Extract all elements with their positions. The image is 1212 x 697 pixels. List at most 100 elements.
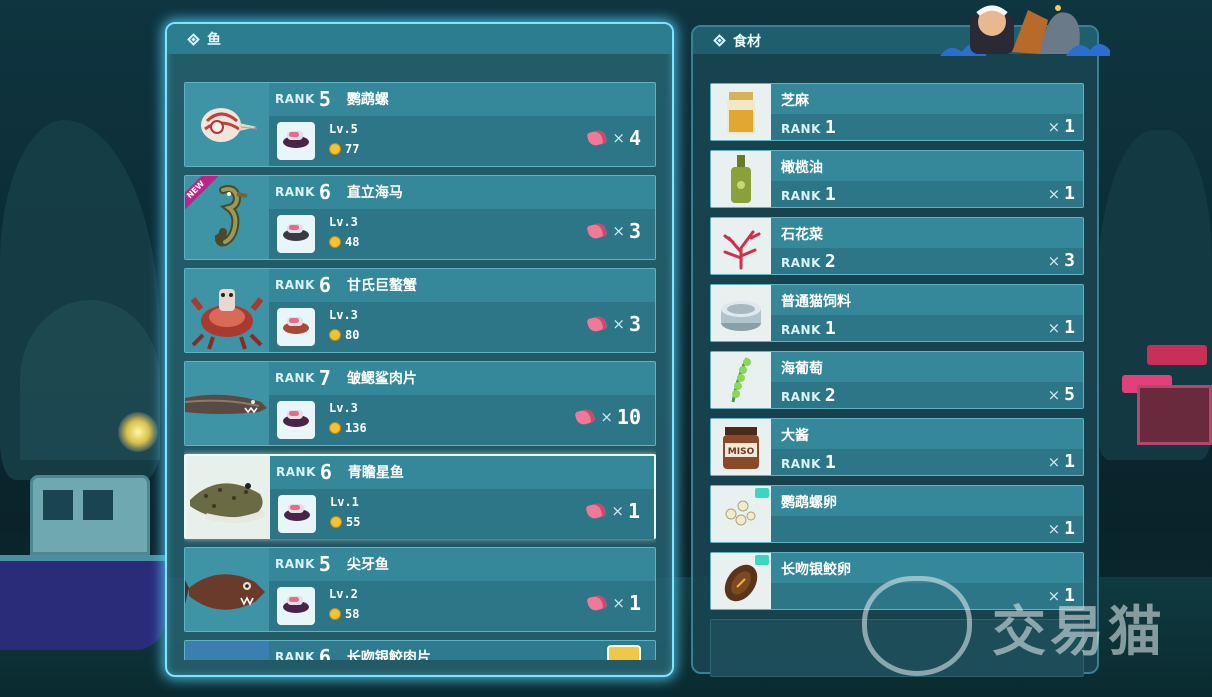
rank-value: 1 bbox=[824, 452, 836, 473]
fangtooth-fish-icon bbox=[185, 548, 269, 631]
fish-name: 鹦鹉螺 bbox=[346, 92, 389, 108]
fish-panel-header: 鱼 bbox=[167, 24, 672, 54]
times-sign: × bbox=[1047, 184, 1061, 203]
fish-card[interactable]: RANK 5 尖牙鱼 Lv.2 58 × 1 bbox=[184, 547, 656, 632]
fish-count: 10 bbox=[616, 405, 641, 429]
cat-food-can-icon bbox=[711, 285, 771, 341]
times-sign: × bbox=[600, 408, 613, 426]
times-sign: × bbox=[1047, 251, 1061, 270]
coin-icon bbox=[329, 608, 341, 620]
fish-count: 1 bbox=[627, 499, 640, 523]
times-sign: × bbox=[612, 222, 625, 240]
fish-card[interactable]: NEW RANK 6 直立海马 Lv.3 48 × 3 bbox=[184, 175, 656, 260]
ingredient-card[interactable]: 芝麻 RANK 1 × 1 bbox=[710, 83, 1084, 141]
times-sign: × bbox=[612, 315, 625, 333]
fish-card[interactable]: RANK 6 甘氏巨螯蟹 Lv.3 80 × 3 bbox=[184, 268, 656, 353]
rank-label: RANK bbox=[275, 371, 315, 385]
rank-value: 1 bbox=[824, 117, 836, 138]
times-sign: × bbox=[1047, 385, 1061, 404]
fish-fillet-icon bbox=[586, 128, 608, 148]
seahorse-icon: NEW bbox=[185, 176, 269, 259]
rank-value: 1 bbox=[824, 184, 836, 205]
treasure-chest-icon bbox=[607, 645, 641, 660]
fish-fillet-icon bbox=[586, 221, 608, 241]
rank-label: RANK bbox=[781, 390, 821, 404]
fish-card-selected[interactable]: RANK 6 青瞻星鱼 Lv.1 55 × 1 bbox=[184, 454, 656, 539]
fish-count: 3 bbox=[628, 312, 641, 336]
sea-grapes-icon bbox=[711, 352, 771, 408]
fish-name: 青瞻星鱼 bbox=[347, 465, 404, 481]
frilled-shark-icon bbox=[185, 362, 269, 445]
sushi-dish-icon bbox=[277, 308, 315, 346]
ingredient-name: 石花菜 bbox=[781, 227, 823, 243]
coin-icon bbox=[329, 143, 341, 155]
fish-panel: 鱼 RANK 5 鹦鹉螺 Lv.5 77 × 4 NEW RANK 6 直立海马… bbox=[165, 22, 674, 677]
ingredient-card[interactable]: 鹦鹉螺卵 × 1 bbox=[710, 485, 1084, 543]
ingredient-count: 5 bbox=[1064, 384, 1075, 405]
sushi-dish-icon bbox=[277, 587, 315, 625]
dish-price: 136 bbox=[345, 421, 367, 435]
dish-price: 80 bbox=[345, 328, 360, 342]
fish-name: 甘氏巨螯蟹 bbox=[346, 278, 417, 294]
coin-icon bbox=[329, 236, 341, 248]
ingredient-count: 1 bbox=[1064, 116, 1075, 137]
olive-oil-bottle-icon bbox=[711, 151, 771, 207]
ingredient-name: 鹦鹉螺卵 bbox=[781, 495, 837, 511]
times-sign: × bbox=[611, 502, 624, 520]
ingredient-card[interactable]: MISO 大酱 RANK 1 × 1 bbox=[710, 418, 1084, 476]
red-seaweed-icon bbox=[711, 218, 771, 274]
rank-label: RANK bbox=[275, 278, 315, 292]
ingredient-count: 1 bbox=[1064, 317, 1075, 338]
ingredient-count: 1 bbox=[1064, 183, 1075, 204]
rank-label: RANK bbox=[781, 256, 821, 270]
characters-illustration bbox=[940, 0, 1110, 56]
ingredient-name: 橄榄油 bbox=[781, 160, 823, 176]
eye-tag-icon bbox=[755, 488, 769, 498]
rank-value: 6 bbox=[318, 273, 331, 297]
fish-card[interactable]: RANK 5 鹦鹉螺 Lv.5 77 × 4 bbox=[184, 82, 656, 167]
times-sign: × bbox=[1047, 117, 1061, 136]
fish-card[interactable]: RANK 6 长吻银鲛肉片 bbox=[184, 640, 656, 660]
ingredient-card[interactable]: 橄榄油 RANK 1 × 1 bbox=[710, 150, 1084, 208]
ingredient-count: 1 bbox=[1064, 451, 1075, 472]
ingredient-card[interactable]: 普通猫饲料 RANK 1 × 1 bbox=[710, 284, 1084, 342]
ratfish-icon bbox=[185, 641, 269, 660]
rank-value: 6 bbox=[319, 460, 332, 484]
fish-fillet-icon bbox=[585, 501, 607, 521]
sushi-dish-icon bbox=[277, 122, 315, 160]
sushi-dish-icon bbox=[278, 495, 316, 533]
ratfish-egg-icon bbox=[711, 553, 771, 609]
ingredient-card[interactable]: 石花菜 RANK 2 × 3 bbox=[710, 217, 1084, 275]
dish-level: Lv.2 bbox=[329, 587, 358, 601]
dish-level: Lv.3 bbox=[329, 215, 358, 229]
ingredient-name: 普通猫饲料 bbox=[781, 294, 851, 310]
rank-value: 7 bbox=[318, 366, 331, 390]
searchlight-icon bbox=[118, 412, 158, 452]
ingredient-name: 大酱 bbox=[781, 428, 809, 444]
ingredient-name: 长吻银鲛卵 bbox=[781, 562, 851, 578]
rank-label: RANK bbox=[276, 465, 316, 479]
diamond-icon bbox=[187, 32, 200, 46]
ingredient-count: 1 bbox=[1064, 518, 1075, 539]
sushi-dish-icon bbox=[277, 215, 315, 253]
ingredient-panel-title: 食材 bbox=[733, 33, 761, 50]
fish-fillet-icon bbox=[586, 314, 608, 334]
diamond-icon bbox=[713, 34, 726, 47]
rank-value: 1 bbox=[824, 318, 836, 339]
rank-value: 5 bbox=[318, 552, 331, 576]
fish-panel-title: 鱼 bbox=[207, 32, 221, 48]
ingredient-card[interactable]: 海葡萄 RANK 2 × 5 bbox=[710, 351, 1084, 409]
fish-fillet-icon bbox=[574, 407, 596, 427]
rank-value: 2 bbox=[824, 251, 836, 272]
miso-jar-icon: MISO bbox=[711, 419, 771, 475]
fish-list[interactable]: RANK 5 鹦鹉螺 Lv.5 77 × 4 NEW RANK 6 直立海马 L… bbox=[184, 82, 656, 660]
nautilus-icon bbox=[185, 83, 269, 166]
food-cart-illustration bbox=[1117, 345, 1212, 465]
dish-level: Lv.3 bbox=[329, 308, 358, 322]
ingredient-count: 3 bbox=[1064, 250, 1075, 271]
coin-icon bbox=[329, 422, 341, 434]
fish-card[interactable]: RANK 7 皱鳃鲨肉片 Lv.3 136 × 10 bbox=[184, 361, 656, 446]
coin-icon bbox=[329, 329, 341, 341]
rank-label: RANK bbox=[781, 457, 821, 471]
ingredient-name: 海葡萄 bbox=[781, 361, 823, 377]
